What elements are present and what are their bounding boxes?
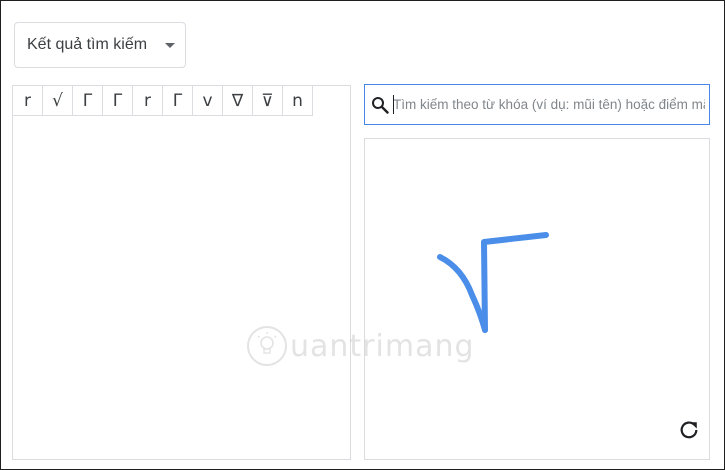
character-result[interactable]: Γ [73, 86, 103, 116]
character-result[interactable]: r [13, 86, 43, 116]
search-icon [372, 97, 389, 114]
results-dropdown[interactable]: Kết quả tìm kiếm [14, 22, 186, 68]
watermark-text: uantrimang [290, 328, 475, 364]
character-result[interactable]: ⊽ [253, 86, 283, 116]
text-cursor [393, 95, 394, 114]
chevron-down-icon [165, 43, 175, 48]
watermark: uantrimang [246, 325, 475, 367]
character-result[interactable]: Γ [103, 86, 133, 116]
search-box [364, 84, 710, 125]
search-input[interactable] [393, 90, 705, 119]
dropdown-label: Kết quả tìm kiếm [27, 36, 148, 53]
character-result[interactable]: ∇ [223, 86, 253, 116]
handwriting-canvas[interactable] [364, 138, 710, 460]
character-result[interactable]: n [283, 86, 313, 116]
character-results-row: r √ Γ Γ r Γ v ∇ ⊽ n [13, 86, 313, 116]
reset-icon[interactable] [678, 419, 700, 441]
results-panel: r √ Γ Γ r Γ v ∇ ⊽ n [12, 85, 351, 460]
lightbulb-logo-icon [247, 326, 287, 366]
character-result[interactable]: v [193, 86, 223, 116]
character-result[interactable]: Γ [163, 86, 193, 116]
character-result[interactable]: r [133, 86, 163, 116]
character-result[interactable]: √ [43, 86, 73, 116]
